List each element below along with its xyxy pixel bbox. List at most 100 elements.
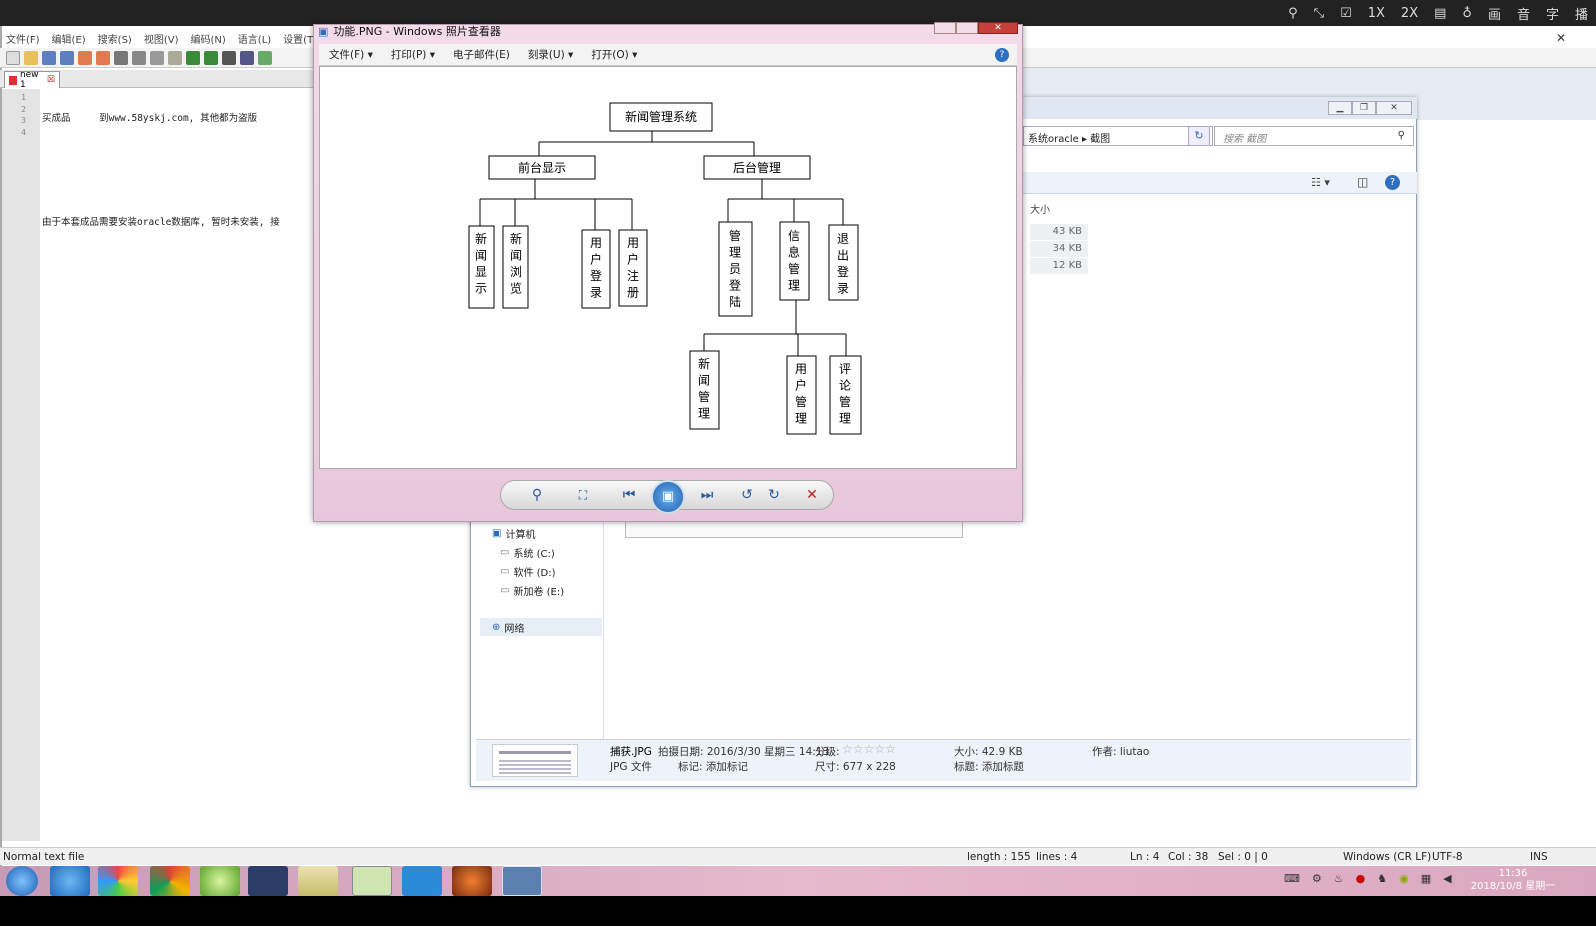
print-icon[interactable] (114, 50, 128, 65)
close-file-icon[interactable] (78, 50, 92, 65)
zoom-1x-button[interactable]: 1X (1368, 6, 1385, 21)
close-button[interactable]: ✕ (1376, 101, 1412, 115)
address-bar[interactable]: 系统oracle ▸ 截图▾ (1023, 126, 1213, 146)
rotate-left-icon[interactable]: ↺ (736, 484, 758, 506)
taskbar-app3-icon[interactable] (248, 866, 288, 896)
nav-drive-d[interactable]: ▭ 软件 (D:) (500, 564, 556, 579)
new-file-icon[interactable] (6, 50, 20, 65)
zoom-2x-button[interactable]: 2X (1401, 6, 1418, 21)
save-icon[interactable] (42, 50, 56, 65)
close-all-icon[interactable] (96, 50, 110, 65)
minimize-button[interactable]: ▁ (1328, 101, 1352, 115)
taskbar-app4-icon[interactable] (452, 866, 492, 896)
text-editor[interactable]: 买成品 到www.58yskj.com, 其他都为盗版 由于本套成品需要安装or… (42, 90, 280, 240)
viewer-menu-email[interactable]: 电子邮件(E) (453, 47, 510, 62)
viewer-maximize-button[interactable] (956, 22, 978, 34)
menu-encoding[interactable]: 编码(N) (191, 31, 226, 47)
viewer-help-icon[interactable]: ? (995, 47, 1009, 62)
viewer-menu-print[interactable]: 打印(P) ▾ (391, 47, 435, 62)
cut-icon[interactable] (132, 50, 146, 65)
menu-language[interactable]: 语言(L) (238, 31, 271, 47)
save-all-icon[interactable] (60, 50, 74, 65)
audio-button[interactable]: 音 (1517, 4, 1530, 23)
clock[interactable]: 11:36 2018/10/8 星期一 (1468, 867, 1558, 893)
actual-size-icon[interactable]: ⛶ (572, 484, 594, 506)
taskbar-explorer-icon[interactable] (298, 866, 338, 896)
nav-drive-c[interactable]: ▭ 系统 (C:) (500, 545, 555, 560)
redo-icon[interactable] (204, 50, 218, 65)
tray-icon[interactable]: ♞ (1377, 872, 1387, 890)
find-icon[interactable] (222, 50, 236, 65)
undo-icon[interactable] (186, 50, 200, 65)
menu-settings[interactable]: 设置(T) (283, 31, 317, 47)
zoom-icon[interactable] (258, 50, 272, 65)
network-tray-icon[interactable]: ▦ (1421, 872, 1431, 890)
next-icon[interactable]: ⏭ (696, 484, 718, 506)
menu-edit[interactable]: 编辑(E) (52, 31, 86, 47)
menu-view[interactable]: 视图(V) (144, 31, 179, 47)
tab-close-icon[interactable]: ☒ (47, 75, 55, 85)
viewer-minimize-button[interactable] (934, 22, 956, 34)
tray-icon[interactable]: ● (1356, 872, 1366, 890)
author-field[interactable]: 作者: liutao (1092, 744, 1149, 759)
viewer-close-button[interactable]: ✕ (978, 22, 1018, 34)
open-file-icon[interactable] (24, 50, 38, 65)
paste-icon[interactable] (168, 50, 182, 65)
subtitle-button[interactable]: 字 (1546, 4, 1559, 23)
viewer-menu-file[interactable]: 文件(F) ▾ (329, 47, 373, 62)
draw-button[interactable]: 画 (1488, 4, 1501, 23)
volume-icon[interactable]: ◀ (1443, 872, 1451, 890)
replace-icon[interactable] (240, 50, 254, 65)
refresh-icon[interactable]: ↻ (1188, 126, 1210, 146)
viewer-menu-open[interactable]: 打开(O) ▾ (591, 47, 637, 62)
help-icon[interactable]: ? (1385, 175, 1400, 190)
taskbar-ie-icon[interactable] (50, 866, 90, 896)
tray-icon[interactable]: ⚙ (1312, 872, 1322, 890)
view-options-icon[interactable]: ☷ ▾ (1311, 176, 1330, 189)
resize-icon[interactable]: ⤡ (1314, 6, 1324, 21)
file-size-detail: 大小: 42.9 KB (954, 746, 1023, 758)
delete-icon[interactable]: ✕ (801, 484, 823, 506)
unsaved-file-icon (9, 75, 17, 85)
search-icon[interactable]: ⚲ (1398, 130, 1405, 141)
menu-file[interactable]: 文件(F) (6, 31, 40, 47)
chart-node-front: 前台显示 (518, 160, 566, 175)
tray-icon[interactable]: ◉ (1399, 872, 1409, 890)
maximize-button[interactable]: ❐ (1352, 101, 1376, 115)
search-input[interactable]: 搜索 截图 ⚲ (1214, 126, 1414, 146)
tab-new-1[interactable]: new 1 ☒ (4, 70, 60, 90)
rotate-right-icon[interactable]: ↻ (763, 484, 785, 506)
image-canvas[interactable]: 新闻管理系统 前台显示 后台管理 新闻显示 新闻浏览 用户登录 用户注册 管理员登陆 信息… (319, 66, 1017, 469)
start-button[interactable] (6, 866, 38, 896)
slideshow-button[interactable]: ▣ (651, 480, 685, 514)
pin-icon[interactable]: ⚲ (1288, 6, 1298, 21)
rating-stars[interactable]: ☆☆☆☆☆ (842, 742, 896, 756)
nav-network[interactable]: ⊕ 网络 (480, 618, 602, 636)
dialog-fragment (625, 520, 963, 538)
taskbar-app2-icon[interactable] (200, 866, 240, 896)
taskbar-photo-viewer-icon[interactable] (502, 866, 542, 896)
menu-search[interactable]: 搜索(S) (98, 31, 132, 47)
keyboard-icon[interactable]: ⌨ (1284, 872, 1300, 890)
preview-pane-icon[interactable]: ◫ (1357, 175, 1368, 189)
tags-field[interactable]: 标记: 添加标记 (678, 759, 748, 774)
bulb-icon[interactable]: ♁ (1462, 6, 1472, 21)
taskbar-chrome-icon[interactable] (150, 866, 190, 896)
copy-icon[interactable] (150, 50, 164, 65)
edit-icon[interactable]: ☑ (1340, 6, 1352, 21)
column-header-size[interactable]: 大小 (1030, 201, 1050, 216)
list-icon[interactable]: ▤ (1434, 6, 1446, 21)
tab-label: new 1 (19, 70, 39, 90)
zoom-icon[interactable]: ⚲ (526, 484, 548, 506)
play-button[interactable]: 播 (1575, 4, 1588, 23)
taskbar-app-icon[interactable] (98, 866, 138, 896)
nav-drive-e[interactable]: ▭ 新加卷 (E:) (500, 583, 564, 598)
tray-icon[interactable]: ♨ (1334, 872, 1344, 890)
previous-icon[interactable]: ⏮ (618, 484, 640, 506)
nav-computer[interactable]: ▣ 计算机 (492, 526, 535, 541)
title-field[interactable]: 标题: 添加标题 (954, 759, 1024, 774)
taskbar-notepad-icon[interactable] (352, 866, 392, 896)
taskbar-wps-icon[interactable] (402, 866, 442, 896)
viewer-menu-burn[interactable]: 刻录(U) ▾ (528, 47, 574, 62)
close-icon[interactable]: ✕ (1556, 31, 1566, 45)
